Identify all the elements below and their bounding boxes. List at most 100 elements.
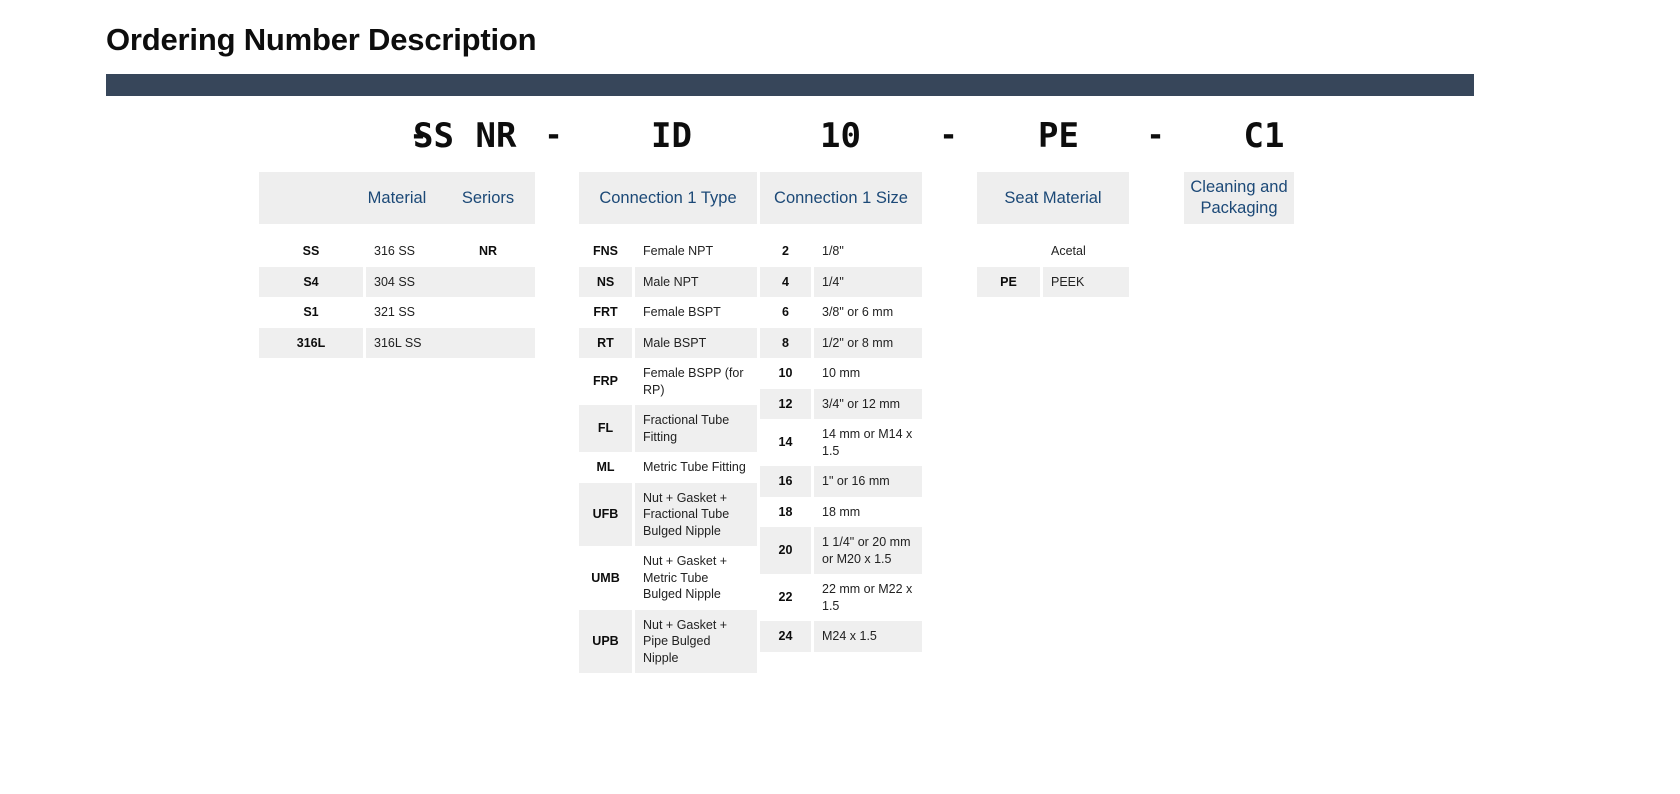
row-code: UMB <box>591 570 620 585</box>
row-code: FRT <box>593 305 618 319</box>
table-row: FRP Female BSPP (for RP) <box>579 358 757 405</box>
table-row: RT Male BSPT <box>579 327 757 358</box>
column-rows-series: NR <box>450 236 526 267</box>
row-code: 22 <box>778 590 793 605</box>
row-code <box>977 236 1040 267</box>
row-code: 4 <box>760 266 811 297</box>
row-description: 321 SS <box>374 305 416 319</box>
row-code: 12 <box>760 388 811 419</box>
row-code: 6 <box>782 305 789 319</box>
part-number-segment-connection-type: ID <box>651 116 692 156</box>
row-description: 10 mm <box>822 366 861 380</box>
row-description: 1/2" or 8 mm <box>814 327 922 358</box>
column-header-connection1-type: Connection 1 Type <box>579 172 757 224</box>
column-group-cleaning-packaging: Cleaning and Packaging <box>1184 172 1294 236</box>
part-number-row: SS - NR - ID 10 - PE - C1 <box>106 112 1474 160</box>
row-description: Male NPT <box>635 266 757 297</box>
row-description: 1/8" <box>822 244 844 258</box>
part-number-separator-1: - <box>409 118 428 153</box>
ordering-number-description-page: Ordering Number Description SS - NR - ID… <box>0 0 1680 794</box>
row-description: 22 mm or M22 x 1.5 <box>822 582 913 613</box>
table-row: 12 3/4" or 12 mm <box>760 388 922 419</box>
row-description: 3/8" or 6 mm <box>822 305 894 319</box>
row-code: ML <box>596 460 615 474</box>
table-row: FRT Female BSPT <box>579 297 757 328</box>
row-code: UPB <box>579 609 632 673</box>
row-description: M24 x 1.5 <box>814 621 922 652</box>
row-description: 1" or 16 mm <box>814 466 922 497</box>
row-code: NR <box>478 244 498 258</box>
row-description: Female BSPP (for RP) <box>643 366 744 397</box>
column-rows-connection1-type: FNS Female NPT NS Male NPT FRT Female BSPT RT M… <box>579 236 757 673</box>
part-number-separator-3: - <box>939 118 958 153</box>
table-row: FNS Female NPT <box>579 236 757 267</box>
page-title: Ordering Number Description <box>106 22 537 57</box>
table-row: UPB Nut + Gasket + Pipe Bulged Nipple <box>579 609 757 673</box>
row-code: FNS <box>593 244 618 258</box>
row-description: Female BSPT <box>643 305 721 319</box>
table-row: 4 1/4" <box>760 266 922 297</box>
row-code: FL <box>579 405 632 452</box>
column-header-cleaning-packaging: Cleaning and Packaging <box>1184 172 1294 224</box>
column-rows-seat-material: Acetal PE PEEK <box>977 236 1129 297</box>
table-row: ML Metric Tube Fitting <box>579 452 757 483</box>
part-number-segment-cleaning: C1 <box>1243 116 1285 156</box>
table-row: 20 1 1/4" or 20 mm or M20 x 1.5 <box>760 527 922 574</box>
column-group-series: Seriors NR <box>450 172 526 267</box>
table-row: 16 1" or 16 mm <box>760 466 922 497</box>
table-row: Acetal <box>977 236 1129 267</box>
row-description: Male BSPT <box>635 327 757 358</box>
table-row: UFB Nut + Gasket + Fractional Tube Bulged… <box>579 482 757 546</box>
row-code: RT <box>579 327 632 358</box>
row-description: 1/4" <box>814 266 922 297</box>
column-group-seat-material: Seat Material Acetal PE PEEK <box>977 172 1129 297</box>
row-description: Metric Tube Fitting <box>643 460 746 474</box>
table-row: 316L 316L SS <box>259 327 535 358</box>
row-description: 1 1/4" or 20 mm or M20 x 1.5 <box>814 527 922 574</box>
row-description: Fractional Tube Fitting <box>635 405 757 452</box>
part-number-separator-4: - <box>1146 118 1165 153</box>
row-code: 16 <box>760 466 811 497</box>
row-code: UFB <box>579 482 632 546</box>
header-rule-bar <box>106 74 1474 96</box>
column-group-connection1-type: Connection 1 Type FNS Female NPT NS Male NP… <box>579 172 757 673</box>
row-code: 316L <box>259 327 363 358</box>
part-number-segment-connection-size: 10 <box>820 116 861 156</box>
row-description: 3/4" or 12 mm <box>814 388 922 419</box>
table-row: NS Male NPT <box>579 266 757 297</box>
row-code: SS <box>302 244 320 258</box>
row-description: 316L SS <box>366 327 535 358</box>
table-row: S4 304 SS <box>259 266 535 297</box>
part-number-segment-seat-material: PE <box>1038 116 1079 156</box>
row-code: 18 <box>778 504 793 519</box>
row-code: 20 <box>760 527 811 574</box>
row-description: Nut + Gasket + Metric Tube Bulged Nipple <box>643 554 728 601</box>
row-code: 2 <box>782 244 789 258</box>
row-description: PEEK <box>1043 266 1129 297</box>
table-row: 22 22 mm or M22 x 1.5 <box>760 574 922 621</box>
row-code: FRP <box>593 374 618 389</box>
row-description: Nut + Gasket + Pipe Bulged Nipple <box>635 609 757 673</box>
row-code: S4 <box>259 266 363 297</box>
table-row: UMB Nut + Gasket + Metric Tube Bulged Nip… <box>579 546 757 610</box>
row-description: 18 mm <box>822 504 861 519</box>
row-code: S1 <box>303 305 319 319</box>
table-row: PE PEEK <box>977 266 1129 297</box>
row-code: NS <box>579 266 632 297</box>
table-row: 2 1/8" <box>760 236 922 267</box>
column-group-connection1-size: Connection 1 Size 2 1/8" 4 1/4" 6 3/8" or 6 m… <box>760 172 922 652</box>
row-description: Acetal <box>1051 244 1086 258</box>
table-row: 6 3/8" or 6 mm <box>760 297 922 328</box>
table-row: S1 321 SS <box>259 297 535 328</box>
row-code: 14 <box>778 435 793 450</box>
column-header-connection1-size: Connection 1 Size <box>760 172 922 224</box>
table-row: 14 14 mm or M14 x 1.5 <box>760 419 922 466</box>
part-number-separator-2: - <box>544 118 563 153</box>
table-row: FL Fractional Tube Fitting <box>579 405 757 452</box>
row-code: 10 <box>778 366 793 380</box>
table-row: 18 18 mm <box>760 497 922 528</box>
column-header-seat-material: Seat Material <box>977 172 1129 224</box>
table-row: 10 10 mm <box>760 358 922 389</box>
row-code: PE <box>977 266 1040 297</box>
table-row: 8 1/2" or 8 mm <box>760 327 922 358</box>
